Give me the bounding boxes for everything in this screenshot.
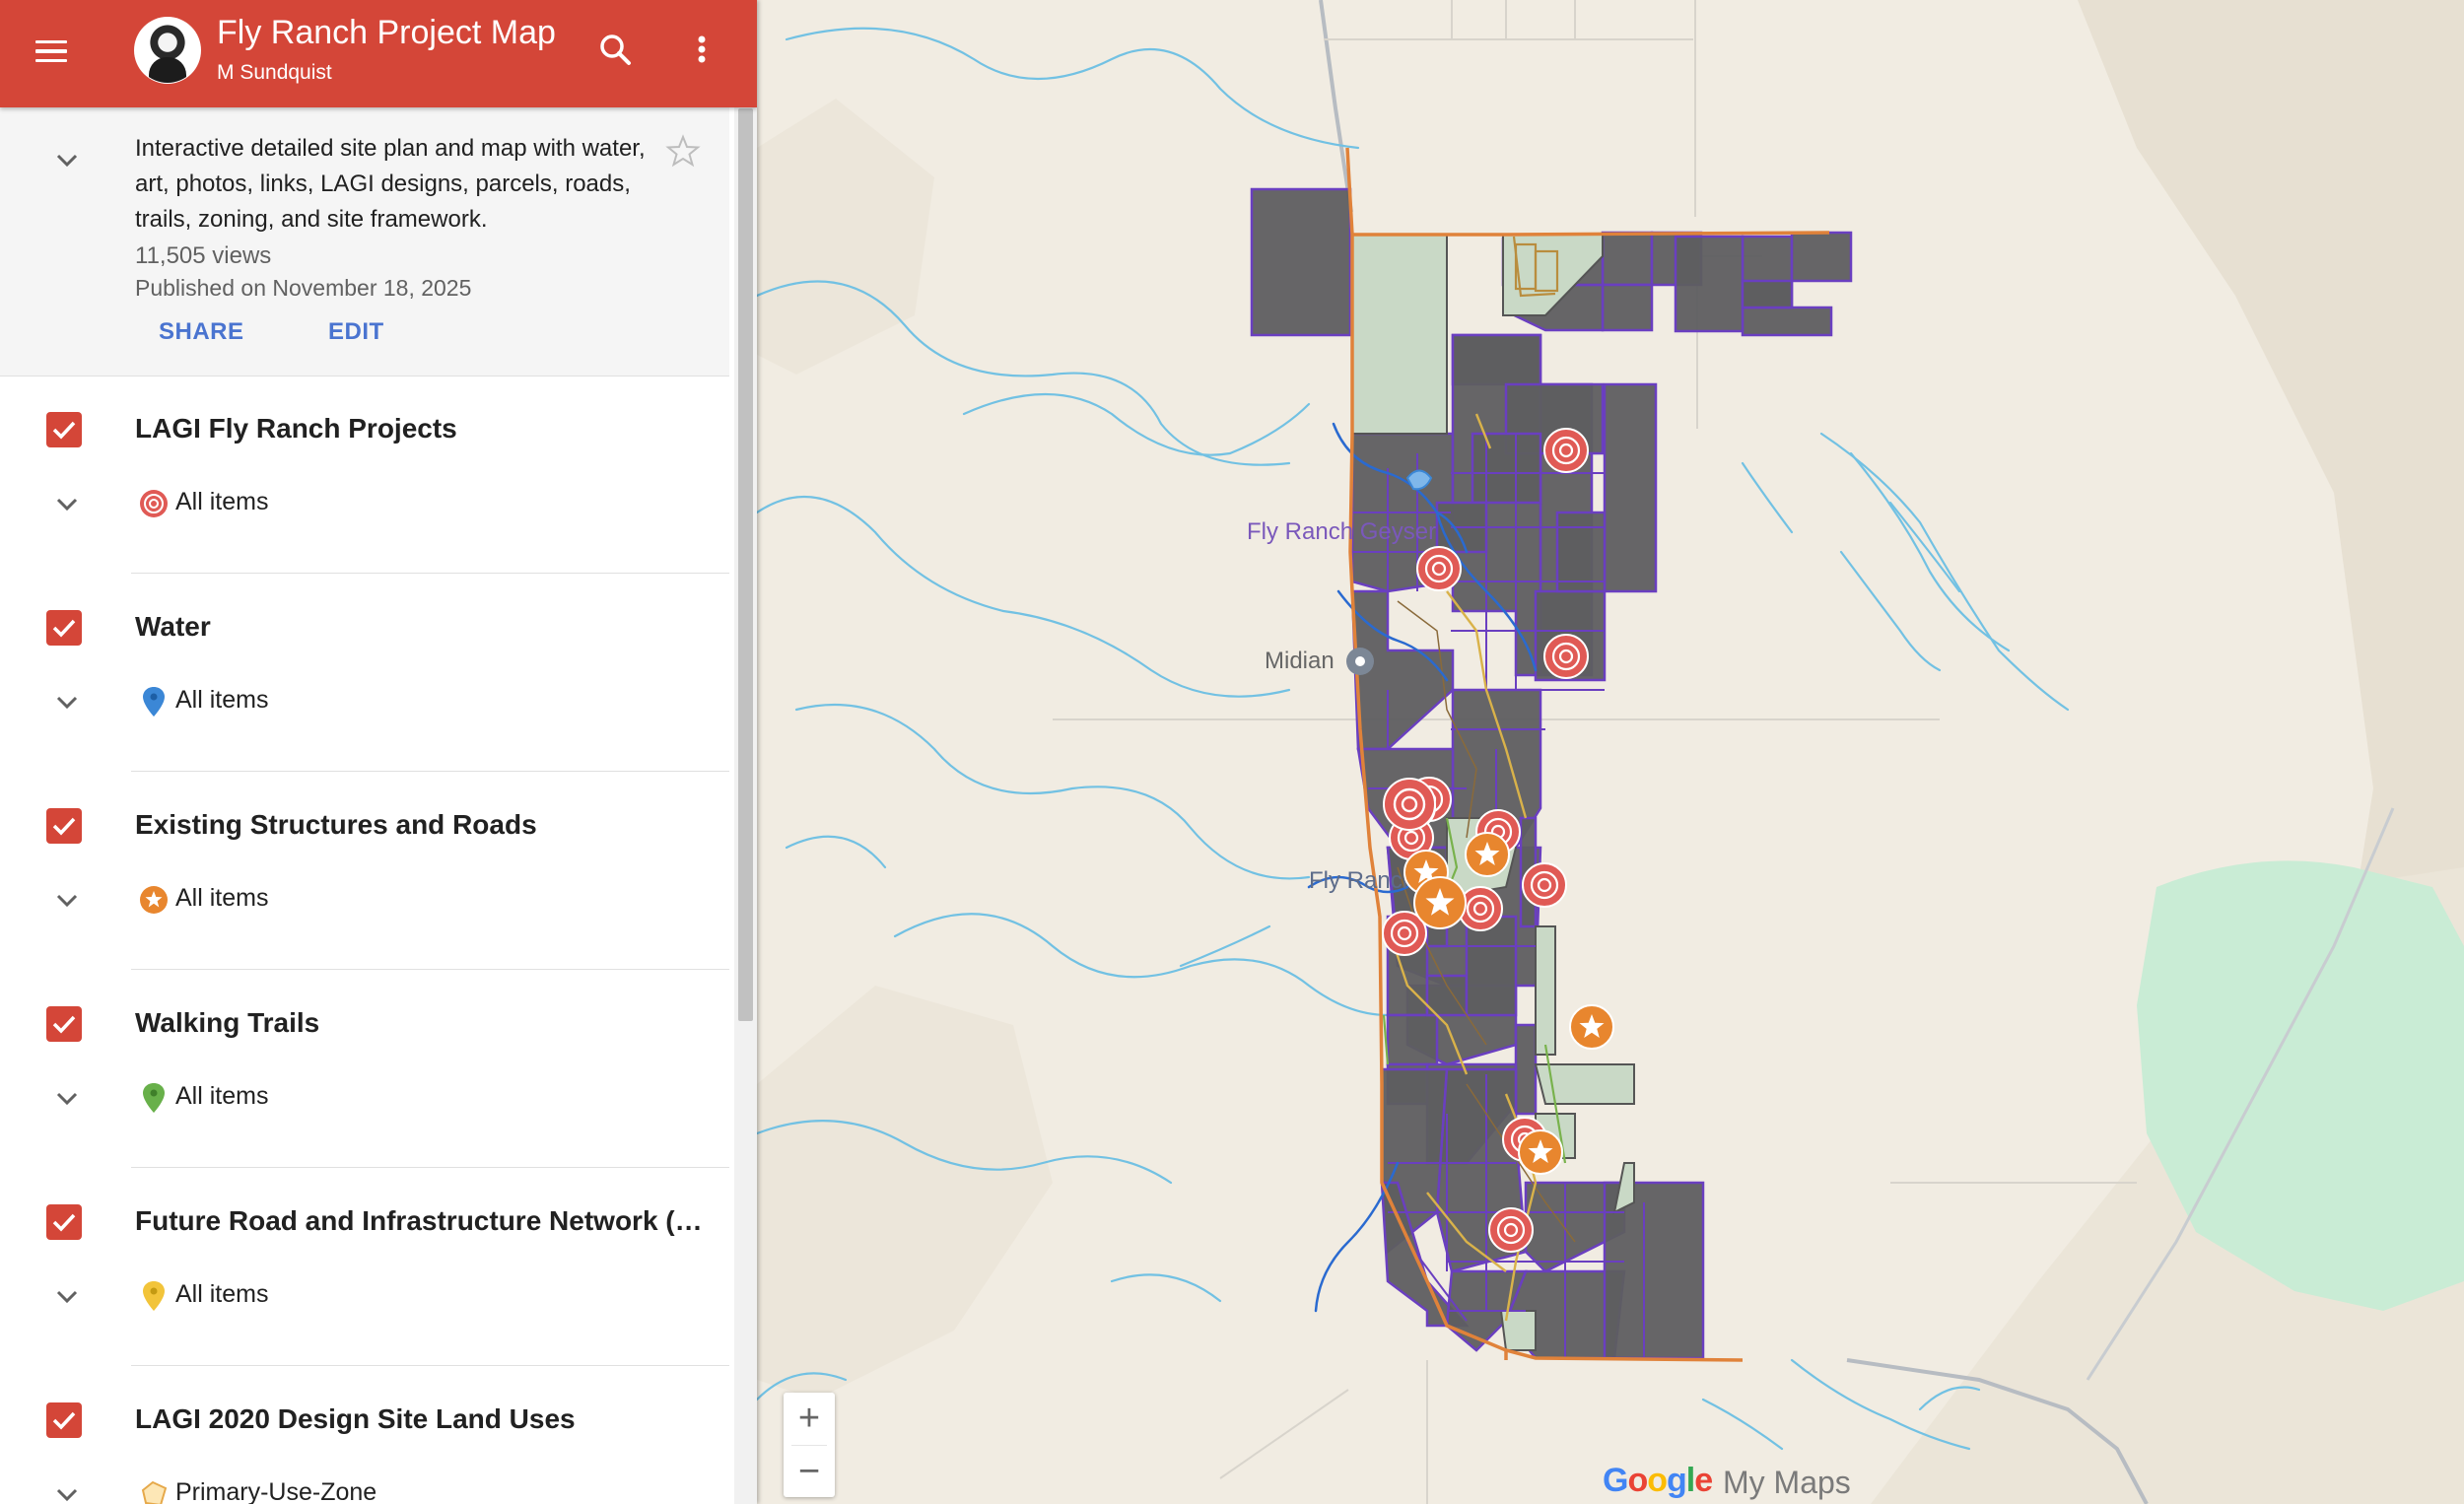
yellow-pin-icon: [143, 1281, 165, 1311]
lagi-project-marker[interactable]: [1487, 1206, 1535, 1254]
view-count: 11,505 views: [135, 242, 272, 269]
checkmark-icon: [52, 817, 76, 836]
blue-pin-icon: [143, 687, 165, 717]
map-label-fly-ranch[interactable]: Fly Ranch: [1309, 867, 1415, 895]
layer-name[interactable]: Walking Trails: [135, 1007, 319, 1039]
lagi-project-marker[interactable]: [1415, 545, 1463, 592]
menu-button[interactable]: [28, 28, 75, 75]
layer-checkbox[interactable]: [46, 808, 82, 844]
layer-name[interactable]: Future Road and Infrastructure Network (…: [135, 1205, 703, 1237]
chevron-down-icon: [56, 696, 78, 710]
structure-star-marker[interactable]: [1464, 831, 1511, 878]
layer-checkbox[interactable]: [46, 1402, 82, 1438]
map-author[interactable]: M Sundquist: [217, 61, 332, 85]
expand-layer-button[interactable]: [49, 1476, 85, 1504]
my-maps-logo: My Maps: [1723, 1465, 1851, 1500]
more-options-button[interactable]: [678, 26, 725, 73]
layer-existing-structures: Existing Structures and Roads All items: [0, 772, 729, 970]
sidebar-scrollbar-thumb[interactable]: [738, 108, 753, 1021]
lagi-project-marker[interactable]: [1542, 633, 1590, 680]
star-button[interactable]: [665, 133, 701, 169]
map-label-midian[interactable]: Midian: [1265, 648, 1335, 675]
map-description: Interactive detailed site plan and map w…: [135, 135, 646, 233]
layer-lagi-projects: LAGI Fly Ranch Projects All items: [0, 376, 729, 574]
orange-star-icon: [140, 886, 168, 914]
layer-lagi-land-uses: LAGI 2020 Design Site Land Uses Primary-…: [0, 1366, 729, 1504]
map-base-layer: [757, 0, 2464, 1504]
expand-layer-button[interactable]: [49, 684, 85, 719]
layer-item-all[interactable]: All items: [175, 1280, 268, 1309]
map-canvas[interactable]: Fly Ranch Geyser Midian Fly Ranch + − Go…: [757, 0, 2464, 1504]
published-date: Published on November 18, 2025: [135, 275, 472, 301]
checkmark-icon: [52, 421, 76, 440]
expand-layer-button[interactable]: [49, 882, 85, 918]
map-label-fly-ranch-geyser[interactable]: Fly Ranch Geyser: [1247, 518, 1436, 546]
expand-layer-button[interactable]: [49, 1278, 85, 1314]
layer-name[interactable]: Water: [135, 611, 211, 643]
chevron-down-icon: [56, 1092, 78, 1106]
lagi-project-marker[interactable]: [1542, 427, 1590, 474]
collapse-description-button[interactable]: [49, 142, 85, 177]
menu-icon: [35, 39, 67, 44]
share-button[interactable]: SHARE: [159, 318, 244, 346]
layer-item-all[interactable]: All items: [175, 1082, 268, 1111]
structure-star-marker[interactable]: [1517, 1128, 1564, 1176]
google-logo: Google: [1603, 1462, 1713, 1499]
place-pin-icon[interactable]: [1341, 643, 1379, 680]
layer-item-all[interactable]: All items: [175, 686, 268, 715]
layer-item-primary-use-zone[interactable]: Primary-Use-Zone: [175, 1478, 376, 1504]
layer-checkbox[interactable]: [46, 412, 82, 447]
more-vert-icon: [698, 35, 706, 63]
layer-checkbox[interactable]: [46, 1204, 82, 1240]
zoom-control: + −: [784, 1393, 835, 1497]
chevron-down-icon: [56, 1290, 78, 1304]
layer-name[interactable]: Existing Structures and Roads: [135, 809, 537, 841]
zoom-in-button[interactable]: +: [784, 1393, 835, 1444]
map-title: Fly Ranch Project Map: [217, 14, 556, 51]
checkmark-icon: [52, 619, 76, 638]
sidebar-panel: Fly Ranch Project Map M Sundquist Intera…: [0, 0, 757, 1504]
layer-item-all[interactable]: All items: [175, 488, 268, 516]
layer-walking-trails: Walking Trails All items: [0, 970, 729, 1168]
layer-name[interactable]: LAGI 2020 Design Site Land Uses: [135, 1403, 576, 1435]
green-pin-icon: [143, 1083, 165, 1113]
polygon-icon: [141, 1480, 168, 1504]
layer-item-all[interactable]: All items: [175, 884, 268, 913]
expand-layer-button[interactable]: [49, 1080, 85, 1116]
lagi-project-marker[interactable]: [1521, 861, 1568, 909]
map-description-panel: Interactive detailed site plan and map w…: [0, 107, 729, 376]
star-outline-icon: [665, 134, 701, 168]
layer-future-road-network: Future Road and Infrastructure Network (…: [0, 1168, 729, 1366]
chevron-down-icon: [56, 894, 78, 908]
search-button[interactable]: [591, 26, 639, 73]
structure-star-marker[interactable]: [1568, 1003, 1615, 1051]
chevron-down-icon: [56, 498, 78, 512]
layer-water: Water All items: [0, 574, 729, 772]
chevron-down-icon: [56, 1488, 78, 1502]
checkmark-icon: [52, 1411, 76, 1430]
search-icon: [600, 34, 631, 65]
checkmark-icon: [52, 1213, 76, 1232]
layer-checkbox[interactable]: [46, 1006, 82, 1042]
layer-checkbox[interactable]: [46, 610, 82, 646]
app-header: Fly Ranch Project Map M Sundquist: [0, 0, 757, 107]
author-avatar[interactable]: [134, 17, 201, 84]
lagi-project-marker[interactable]: [1382, 777, 1437, 832]
zoom-out-button[interactable]: −: [784, 1446, 835, 1497]
target-icon: [140, 490, 168, 517]
edit-button[interactable]: EDIT: [328, 318, 384, 346]
layer-name[interactable]: LAGI Fly Ranch Projects: [135, 413, 457, 444]
structure-star-marker[interactable]: [1412, 875, 1468, 930]
chevron-down-icon: [56, 154, 78, 168]
expand-layer-button[interactable]: [49, 486, 85, 521]
checkmark-icon: [52, 1015, 76, 1034]
